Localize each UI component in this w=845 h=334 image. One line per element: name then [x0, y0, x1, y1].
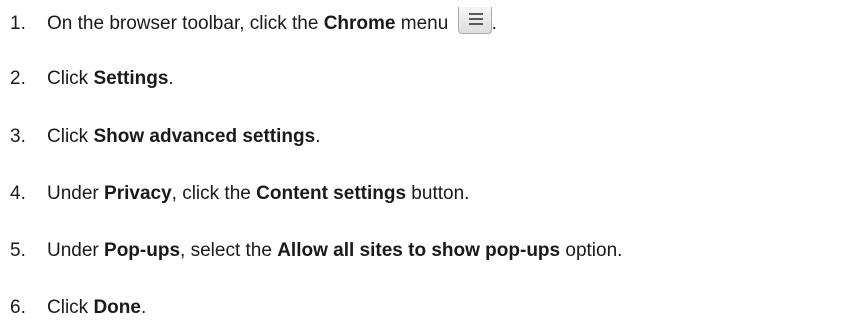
step-text: .: [140, 297, 147, 318]
step-number: 4.: [10, 183, 26, 204]
step-6: 6. Click Done.: [10, 294, 146, 322]
step-text: , select the: [180, 240, 278, 261]
step-3: 3. Click Show advanced settings.: [10, 123, 320, 151]
step-text: .: [315, 126, 321, 147]
step-bold-text: Content settings: [256, 183, 407, 204]
chrome-menu-icon: [457, 7, 492, 34]
step-text: Under: [47, 183, 105, 204]
step-bold-text: Settings: [93, 68, 169, 89]
step-5: 5. Under Pop-ups, select the Allow all si…: [10, 237, 622, 265]
step-4: 4. Under Privacy, click the Content setti…: [10, 180, 469, 208]
step-text: button.: [406, 183, 470, 204]
step-bold-text: Allow all sites to show pop-ups: [277, 240, 561, 261]
step-number: 5.: [10, 240, 26, 261]
step-text: Under: [47, 240, 105, 261]
step-text: .: [168, 68, 174, 89]
step-text: menu: [395, 13, 454, 34]
step-number: 2.: [10, 68, 26, 89]
step-text: Click: [47, 68, 94, 89]
step-bold-text: Pop-ups: [104, 240, 181, 261]
instruction-steps: 1. On the browser toolbar, click the Chro…: [0, 0, 845, 334]
step-text: Click: [47, 297, 94, 318]
step-bold-text: Privacy: [104, 183, 172, 204]
step-text: Click: [47, 126, 94, 147]
step-bold-text: Chrome: [323, 13, 396, 34]
step-1: 1. On the browser toolbar, click the Chro…: [10, 7, 497, 35]
step-2: 2. Click Settings.: [10, 65, 174, 93]
step-text: , click the: [171, 183, 257, 204]
step-number: 6.: [10, 297, 26, 318]
step-text: On the browser toolbar, click the: [47, 13, 324, 34]
step-number: 3.: [10, 126, 26, 147]
step-text: .: [491, 13, 497, 34]
step-bold-text: Done: [93, 297, 141, 318]
step-number: 1.: [10, 13, 26, 34]
step-bold-text: Show advanced settings: [93, 126, 316, 147]
step-text: option.: [560, 240, 623, 261]
